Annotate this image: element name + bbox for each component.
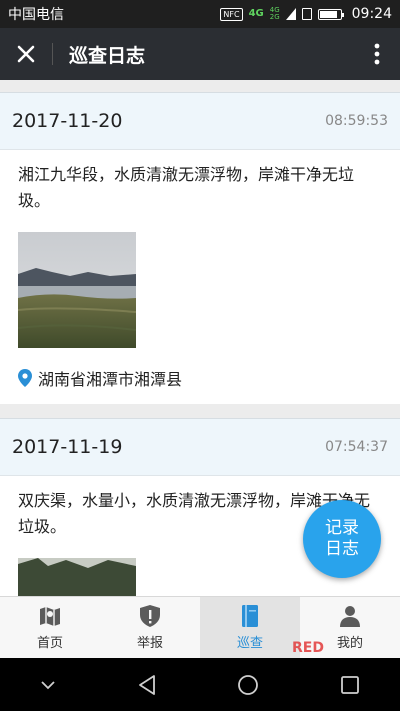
home-circle-icon[interactable] — [237, 674, 259, 696]
log-entry-time: 08:59:53 — [325, 113, 388, 129]
log-entry-date: 2017-11-20 — [12, 110, 123, 132]
sim-icon — [301, 8, 312, 20]
page-title: 巡查日志 — [69, 44, 146, 67]
close-button[interactable] — [0, 28, 52, 80]
log-entry-location: 湖南省湘潭市湘潭县 — [18, 366, 382, 390]
chevron-down-icon[interactable] — [40, 680, 56, 690]
app-bar-divider — [52, 43, 53, 65]
system-icons: NFC 4G 4G 2G 09:24 — [220, 6, 392, 22]
notebook-icon — [238, 604, 262, 628]
log-entry-header: 2017-11-19 07:54:37 — [0, 418, 400, 476]
tab-home[interactable]: 首页 — [0, 597, 100, 658]
nfc-icon: NFC — [220, 7, 243, 21]
shield-alert-icon — [138, 604, 162, 628]
signal-icon — [285, 8, 296, 20]
tab-home-label: 首页 — [36, 636, 63, 651]
clock: 09:24 — [351, 6, 392, 22]
log-entry-photo[interactable] — [18, 232, 136, 348]
record-log-label-line1: 记录 — [325, 518, 359, 538]
back-icon[interactable] — [137, 674, 157, 696]
log-entry-time: 07:54:37 — [325, 439, 388, 455]
log-entry-body: 湘江九华段，水质清澈无漂浮物，岸滩干净无垃圾。 湖南省湘潭市湘潭县 — [0, 150, 400, 404]
tab-report-label: 举报 — [136, 636, 163, 651]
user-icon — [338, 604, 362, 628]
status-bar: 中国电信 NFC 4G 4G 2G 09:24 — [0, 0, 400, 28]
log-entry[interactable]: 2017-11-20 08:59:53 湘江九华段，水质清澈无漂浮物，岸滩干净无… — [0, 92, 400, 404]
watermark-logo: RED — [292, 640, 324, 656]
bottom-tab-bar: 首页 举报 巡查 我的 — [0, 596, 400, 658]
tab-report[interactable]: 举报 — [100, 597, 200, 658]
location-pin-icon — [18, 369, 32, 387]
log-entry-photo[interactable] — [18, 558, 136, 596]
log-entry-header: 2017-11-20 08:59:53 — [0, 92, 400, 150]
app-bar: 巡查日志 — [0, 28, 400, 80]
more-options-button[interactable] — [354, 28, 400, 80]
recents-square-icon[interactable] — [340, 675, 360, 695]
tab-patrol-label: 巡查 — [236, 636, 263, 651]
map-icon — [38, 604, 62, 628]
more-vertical-icon — [374, 43, 380, 65]
log-entry-text: 湘江九华段，水质清澈无漂浮物，岸滩干净无垃圾。 — [18, 165, 355, 210]
record-log-button[interactable]: 记录 日志 — [303, 500, 381, 578]
log-entry-date: 2017-11-19 — [12, 436, 123, 458]
battery-icon — [317, 8, 344, 20]
carrier-name: 中国电信 — [8, 7, 64, 23]
system-nav-bar — [0, 658, 400, 711]
tab-mine-label: 我的 — [336, 636, 363, 651]
tab-patrol[interactable]: 巡查 — [200, 597, 300, 658]
close-icon — [17, 45, 35, 63]
record-log-label-line2: 日志 — [325, 539, 359, 559]
network-4g-icon: 4G — [248, 8, 264, 19]
location-text: 湖南省湘潭市湘潭县 — [38, 370, 183, 389]
network-dual-icon: 4G 2G — [269, 6, 280, 21]
